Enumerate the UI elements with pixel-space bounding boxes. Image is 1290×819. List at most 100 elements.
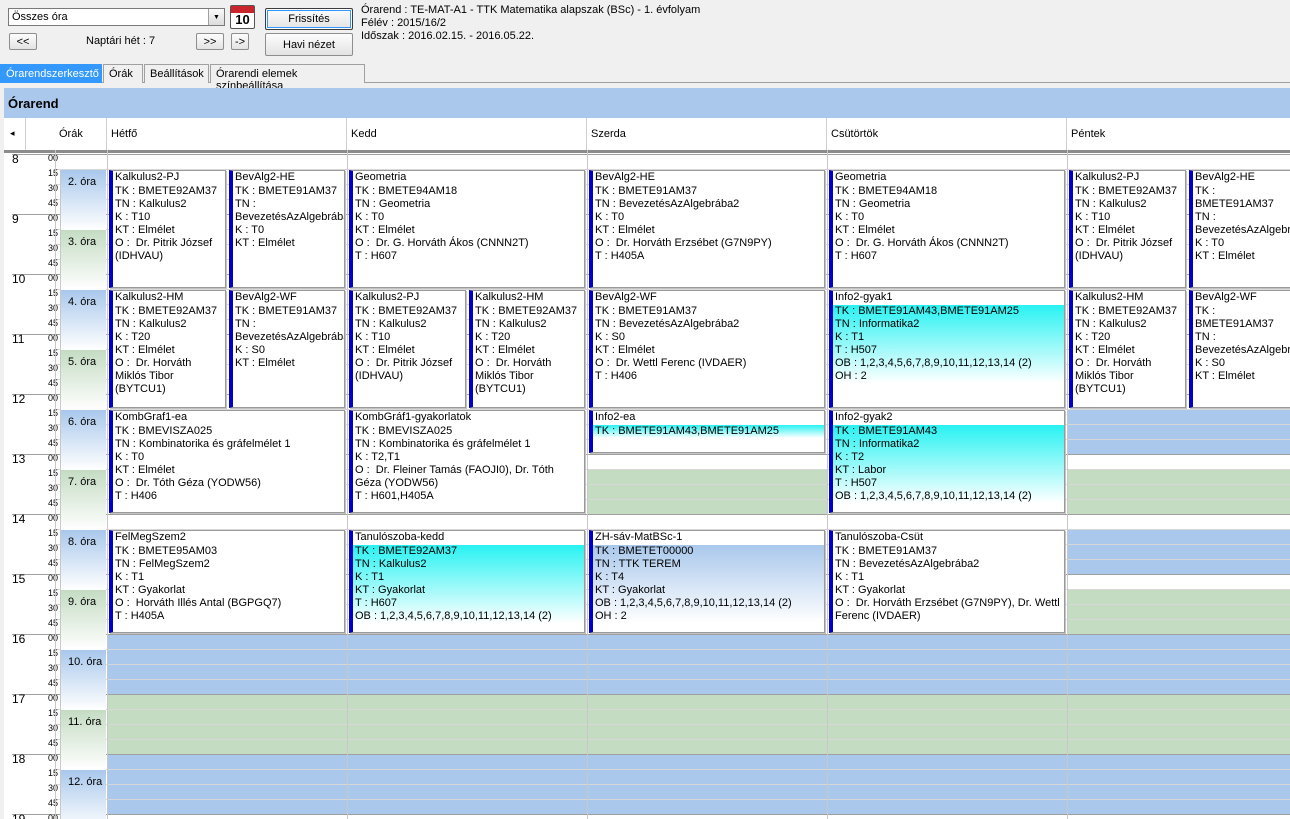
free-slot-friday[interactable] xyxy=(1067,590,1290,604)
calendar-icon[interactable]: 10 xyxy=(230,5,255,29)
free-slot-wednesday[interactable] xyxy=(587,785,827,799)
timetable-event[interactable]: BevAlg2-HE TK : BMETE91AM37 TN : Bevezetés… xyxy=(589,170,825,288)
timetable-event[interactable]: KombGráf1-gyakorlatok TK : BMEVISZA025 TN … xyxy=(349,410,585,513)
free-slot-tuesday[interactable] xyxy=(347,755,587,769)
jump-button[interactable]: -> xyxy=(231,33,249,50)
free-slot-monday[interactable] xyxy=(107,665,347,679)
free-slot-wednesday[interactable] xyxy=(587,470,827,484)
free-slot-wednesday[interactable] xyxy=(587,725,827,739)
refresh-button[interactable]: Frissítés xyxy=(265,8,353,30)
free-slot-thursday[interactable] xyxy=(827,740,1067,754)
free-slot-friday[interactable] xyxy=(1067,530,1290,544)
free-slot-wednesday[interactable] xyxy=(587,485,827,499)
free-slot-wednesday[interactable] xyxy=(587,755,827,769)
month-view-button[interactable]: Havi nézet xyxy=(265,33,353,56)
free-slot-friday[interactable] xyxy=(1067,440,1290,454)
next-week-button[interactable]: >> xyxy=(196,33,224,50)
free-slot-tuesday[interactable] xyxy=(347,650,587,664)
timetable-event[interactable]: BevAlg2-WF TK : BMETE91AM37 TN : Bevezetés… xyxy=(589,290,825,408)
free-slot-tuesday[interactable] xyxy=(347,665,587,679)
free-slot-friday[interactable] xyxy=(1067,785,1290,799)
free-slot-monday[interactable] xyxy=(107,695,347,709)
free-slot-monday[interactable] xyxy=(107,680,347,694)
timetable-event[interactable]: Kalkulus2-HM TK : BMETE92AM37 TN : Kalkulu… xyxy=(469,290,585,408)
free-slot-wednesday[interactable] xyxy=(587,680,827,694)
free-slot-wednesday[interactable] xyxy=(587,770,827,784)
free-slot-wednesday[interactable] xyxy=(587,740,827,754)
timetable-event[interactable]: BevAlg2-WF TK : BMETE91AM37 TN : Bevezetés… xyxy=(229,290,345,408)
free-slot-thursday[interactable] xyxy=(827,725,1067,739)
free-slot-friday[interactable] xyxy=(1067,485,1290,499)
free-slot-thursday[interactable] xyxy=(827,785,1067,799)
lesson-filter-combo[interactable]: Összes óra ▼ xyxy=(8,8,225,26)
free-slot-wednesday[interactable] xyxy=(587,710,827,724)
free-slot-friday[interactable] xyxy=(1067,560,1290,574)
free-slot-tuesday[interactable] xyxy=(347,710,587,724)
free-slot-friday[interactable] xyxy=(1067,650,1290,664)
tab-color-settings[interactable]: Órarendi elemek színbeállítása xyxy=(210,64,365,92)
free-slot-monday[interactable] xyxy=(107,635,347,649)
timetable-event[interactable]: Info2-gyak1 TK : BMETE91AM43,BMETE91AM25 T… xyxy=(829,290,1065,408)
tab-lessons[interactable]: Órák xyxy=(103,64,143,83)
free-slot-tuesday[interactable] xyxy=(347,785,587,799)
free-slot-friday[interactable] xyxy=(1067,620,1290,634)
chevron-down-icon[interactable]: ▼ xyxy=(208,9,224,25)
free-slot-friday[interactable] xyxy=(1067,635,1290,649)
free-slot-monday[interactable] xyxy=(107,770,347,784)
free-slot-tuesday[interactable] xyxy=(347,740,587,754)
free-slot-monday[interactable] xyxy=(107,800,347,814)
free-slot-friday[interactable] xyxy=(1067,755,1290,769)
scroll-left-icon[interactable]: ◂ xyxy=(4,118,26,150)
free-slot-friday[interactable] xyxy=(1067,410,1290,424)
free-slot-friday[interactable] xyxy=(1067,680,1290,694)
timetable-event[interactable]: Kalkulus2-HM TK : BMETE92AM37 TN : Kalkulu… xyxy=(1069,290,1186,408)
free-slot-monday[interactable] xyxy=(107,725,347,739)
free-slot-wednesday[interactable] xyxy=(587,635,827,649)
timetable-event[interactable]: Kalkulus2-PJ TK : BMETE92AM37 TN : Kalkulu… xyxy=(1069,170,1186,288)
timetable-event[interactable]: Tanulószoba-kedd TK : BMETE92AM37 TN : Kal… xyxy=(349,530,585,633)
free-slot-tuesday[interactable] xyxy=(347,800,587,814)
free-slot-tuesday[interactable] xyxy=(347,695,587,709)
free-slot-thursday[interactable] xyxy=(827,800,1067,814)
timetable-event[interactable]: FelMegSzem2 TK : BMETE95AM03 TN : FelMegSz… xyxy=(109,530,345,633)
free-slot-thursday[interactable] xyxy=(827,635,1067,649)
tab-timetable-editor[interactable]: Órarendszerkesztő xyxy=(0,64,102,83)
timetable-event[interactable]: Kalkulus2-PJ TK : BMETE92AM37 TN : Kalkulu… xyxy=(109,170,226,288)
timetable-event[interactable]: BevAlg2-HE TK : BMETE91AM37 TN : Bevezetés… xyxy=(229,170,345,288)
free-slot-wednesday[interactable] xyxy=(587,650,827,664)
free-slot-wednesday[interactable] xyxy=(587,665,827,679)
free-slot-tuesday[interactable] xyxy=(347,725,587,739)
free-slot-thursday[interactable] xyxy=(827,665,1067,679)
free-slot-tuesday[interactable] xyxy=(347,680,587,694)
timetable-event[interactable]: Kalkulus2-PJ TK : BMETE92AM37 TN : Kalkulu… xyxy=(349,290,466,408)
timetable-event[interactable]: ZH-sáv-MatBSc-1 TK : BMETET00000 TN : TTK … xyxy=(589,530,825,633)
free-slot-friday[interactable] xyxy=(1067,665,1290,679)
free-slot-friday[interactable] xyxy=(1067,800,1290,814)
free-slot-thursday[interactable] xyxy=(827,770,1067,784)
free-slot-monday[interactable] xyxy=(107,740,347,754)
timetable-event[interactable]: Info2-ea TK : BMETE91AM43,BMETE91AM25 xyxy=(589,410,825,453)
timetable-event[interactable]: BevAlg2-WF TK : BMETE91AM37 TN : Bevezetés… xyxy=(1189,290,1290,408)
timetable-event[interactable]: Kalkulus2-HM TK : BMETE92AM37 TN : Kalkulu… xyxy=(109,290,226,408)
timetable-event[interactable]: Tanulószoba-Csüt TK : BMETE91AM37 TN : Bev… xyxy=(829,530,1065,633)
free-slot-monday[interactable] xyxy=(107,650,347,664)
free-slot-friday[interactable] xyxy=(1067,470,1290,484)
free-slot-wednesday[interactable] xyxy=(587,800,827,814)
prev-week-button[interactable]: << xyxy=(9,33,37,50)
free-slot-friday[interactable] xyxy=(1067,710,1290,724)
free-slot-friday[interactable] xyxy=(1067,740,1290,754)
free-slot-monday[interactable] xyxy=(107,785,347,799)
timetable-event[interactable]: BevAlg2-HE TK : BMETE91AM37 TN : Bevezetés… xyxy=(1189,170,1290,288)
free-slot-thursday[interactable] xyxy=(827,650,1067,664)
timetable-event[interactable]: Info2-gyak2 TK : BMETE91AM43 TN : Informat… xyxy=(829,410,1065,513)
free-slot-tuesday[interactable] xyxy=(347,770,587,784)
free-slot-monday[interactable] xyxy=(107,755,347,769)
free-slot-friday[interactable] xyxy=(1067,770,1290,784)
free-slot-thursday[interactable] xyxy=(827,755,1067,769)
free-slot-wednesday[interactable] xyxy=(587,500,827,514)
free-slot-friday[interactable] xyxy=(1067,725,1290,739)
free-slot-friday[interactable] xyxy=(1067,605,1290,619)
tab-settings[interactable]: Beállítások xyxy=(144,64,209,83)
free-slot-thursday[interactable] xyxy=(827,695,1067,709)
free-slot-wednesday[interactable] xyxy=(587,695,827,709)
